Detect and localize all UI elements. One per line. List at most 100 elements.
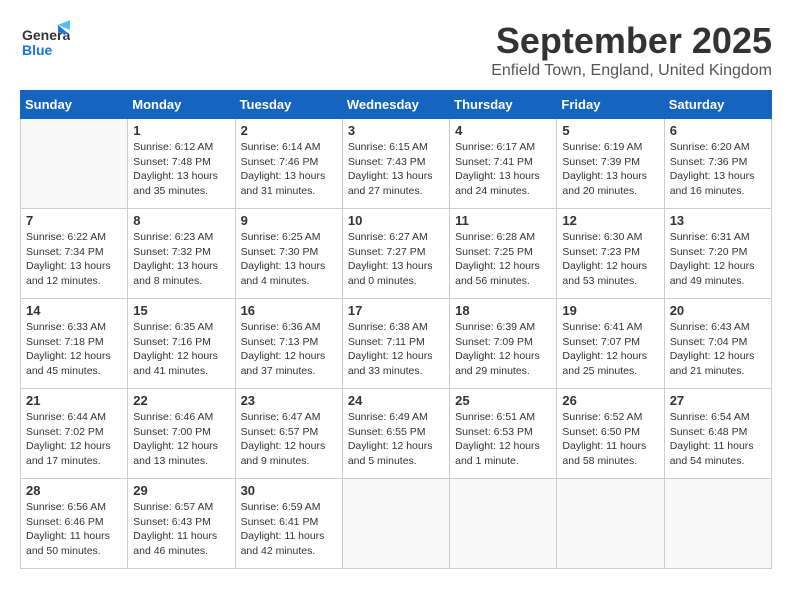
calendar-cell: 24Sunrise: 6:49 AMSunset: 6:55 PMDayligh… [342, 389, 449, 479]
day-number: 6 [670, 123, 766, 138]
month-title: September 2025 [491, 20, 772, 62]
day-info: Sunrise: 6:33 AMSunset: 7:18 PMDaylight:… [26, 320, 122, 379]
day-number: 27 [670, 393, 766, 408]
weekday-header-wednesday: Wednesday [342, 91, 449, 119]
calendar-cell: 18Sunrise: 6:39 AMSunset: 7:09 PMDayligh… [450, 299, 557, 389]
calendar-cell: 3Sunrise: 6:15 AMSunset: 7:43 PMDaylight… [342, 119, 449, 209]
day-info: Sunrise: 6:51 AMSunset: 6:53 PMDaylight:… [455, 410, 551, 469]
day-number: 5 [562, 123, 658, 138]
calendar-cell: 21Sunrise: 6:44 AMSunset: 7:02 PMDayligh… [21, 389, 128, 479]
day-number: 8 [133, 213, 229, 228]
calendar-cell: 22Sunrise: 6:46 AMSunset: 7:00 PMDayligh… [128, 389, 235, 479]
day-number: 9 [241, 213, 337, 228]
calendar-cell: 25 Sunrise: 6:51 AMSunset: 6:53 PMDayligh… [450, 389, 557, 479]
calendar-cell: 17 Sunrise: 6:38 AMSunset: 7:11 PMDayligh… [342, 299, 449, 389]
calendar-cell [557, 479, 664, 569]
weekday-header-row: SundayMondayTuesdayWednesdayThursdayFrid… [21, 91, 772, 119]
day-info: Sunrise: 6:36 AMSunset: 7:13 PMDaylight:… [241, 320, 337, 379]
day-info: Sunrise: 6:44 AMSunset: 7:02 PMDaylight:… [26, 410, 122, 469]
calendar-cell: 7 Sunrise: 6:22 AMSunset: 7:34 PMDaylight… [21, 209, 128, 299]
day-number: 15 [133, 303, 229, 318]
day-info: Sunrise: 6:35 AMSunset: 7:16 PMDaylight:… [133, 320, 229, 379]
calendar-cell: 9Sunrise: 6:25 AMSunset: 7:30 PMDaylight… [235, 209, 342, 299]
day-info: Sunrise: 6:14 AMSunset: 7:46 PMDaylight:… [241, 140, 337, 199]
logo: General Blue [20, 20, 70, 60]
day-number: 4 [455, 123, 551, 138]
day-info: Sunrise: 6:59 AMSunset: 6:41 PMDaylight:… [241, 500, 337, 559]
calendar-cell: 27 Sunrise: 6:54 AMSunset: 6:48 PMDayligh… [664, 389, 771, 479]
day-info: Sunrise: 6:43 AMSunset: 7:04 PMDaylight:… [670, 320, 766, 379]
day-number: 14 [26, 303, 122, 318]
day-info: Sunrise: 6:54 AMSunset: 6:48 PMDaylight:… [670, 410, 766, 469]
calendar-cell: 11 Sunrise: 6:28 AMSunset: 7:25 PMDayligh… [450, 209, 557, 299]
day-info: Sunrise: 6:39 AMSunset: 7:09 PMDaylight:… [455, 320, 551, 379]
calendar-cell: 6Sunrise: 6:20 AMSunset: 7:36 PMDaylight… [664, 119, 771, 209]
day-info: Sunrise: 6:23 AMSunset: 7:32 PMDaylight:… [133, 230, 229, 289]
calendar-cell: 5 Sunrise: 6:19 AMSunset: 7:39 PMDaylight… [557, 119, 664, 209]
week-row-3: 14 Sunrise: 6:33 AMSunset: 7:18 PMDayligh… [21, 299, 772, 389]
day-number: 24 [348, 393, 444, 408]
day-number: 29 [133, 483, 229, 498]
day-number: 12 [562, 213, 658, 228]
day-info: Sunrise: 6:19 AMSunset: 7:39 PMDaylight:… [562, 140, 658, 199]
location: Enfield Town, England, United Kingdom [491, 62, 772, 80]
calendar-cell: 19 Sunrise: 6:41 AMSunset: 7:07 PMDayligh… [557, 299, 664, 389]
day-info: Sunrise: 6:17 AMSunset: 7:41 PMDaylight:… [455, 140, 551, 199]
calendar-cell [664, 479, 771, 569]
day-info: Sunrise: 6:27 AMSunset: 7:27 PMDaylight:… [348, 230, 444, 289]
calendar-cell: 16 Sunrise: 6:36 AMSunset: 7:13 PMDayligh… [235, 299, 342, 389]
day-number: 11 [455, 213, 551, 228]
calendar-cell [450, 479, 557, 569]
day-number: 1 [133, 123, 229, 138]
calendar-cell: 30Sunrise: 6:59 AMSunset: 6:41 PMDayligh… [235, 479, 342, 569]
day-info: Sunrise: 6:31 AMSunset: 7:20 PMDaylight:… [670, 230, 766, 289]
weekday-header-monday: Monday [128, 91, 235, 119]
weekday-header-friday: Friday [557, 91, 664, 119]
day-number: 17 [348, 303, 444, 318]
calendar-table: SundayMondayTuesdayWednesdayThursdayFrid… [20, 90, 772, 569]
logo-icon: General Blue [20, 20, 70, 60]
calendar-cell: 4 Sunrise: 6:17 AMSunset: 7:41 PMDaylight… [450, 119, 557, 209]
svg-text:Blue: Blue [22, 42, 53, 58]
day-number: 2 [241, 123, 337, 138]
calendar-cell: 2 Sunrise: 6:14 AMSunset: 7:46 PMDaylight… [235, 119, 342, 209]
week-row-1: 1 Sunrise: 6:12 AMSunset: 7:48 PMDaylight… [21, 119, 772, 209]
calendar-cell [342, 479, 449, 569]
day-number: 19 [562, 303, 658, 318]
calendar-cell: 15 Sunrise: 6:35 AMSunset: 7:16 PMDayligh… [128, 299, 235, 389]
day-info: Sunrise: 6:38 AMSunset: 7:11 PMDaylight:… [348, 320, 444, 379]
week-row-4: 21Sunrise: 6:44 AMSunset: 7:02 PMDayligh… [21, 389, 772, 479]
weekday-header-tuesday: Tuesday [235, 91, 342, 119]
calendar-cell: 23 Sunrise: 6:47 AMSunset: 6:57 PMDayligh… [235, 389, 342, 479]
day-info: Sunrise: 6:47 AMSunset: 6:57 PMDaylight:… [241, 410, 337, 469]
day-number: 22 [133, 393, 229, 408]
day-number: 13 [670, 213, 766, 228]
weekday-header-saturday: Saturday [664, 91, 771, 119]
day-number: 25 [455, 393, 551, 408]
calendar-cell: 10Sunrise: 6:27 AMSunset: 7:27 PMDayligh… [342, 209, 449, 299]
day-info: Sunrise: 6:28 AMSunset: 7:25 PMDaylight:… [455, 230, 551, 289]
calendar-cell: 13 Sunrise: 6:31 AMSunset: 7:20 PMDayligh… [664, 209, 771, 299]
day-number: 7 [26, 213, 122, 228]
day-info: Sunrise: 6:41 AMSunset: 7:07 PMDaylight:… [562, 320, 658, 379]
day-number: 28 [26, 483, 122, 498]
week-row-2: 7 Sunrise: 6:22 AMSunset: 7:34 PMDaylight… [21, 209, 772, 299]
page-header: General Blue September 2025 Enfield Town… [20, 20, 772, 80]
calendar-cell: 20Sunrise: 6:43 AMSunset: 7:04 PMDayligh… [664, 299, 771, 389]
calendar-cell: 1 Sunrise: 6:12 AMSunset: 7:48 PMDaylight… [128, 119, 235, 209]
calendar-cell: 14 Sunrise: 6:33 AMSunset: 7:18 PMDayligh… [21, 299, 128, 389]
weekday-header-thursday: Thursday [450, 91, 557, 119]
weekday-header-sunday: Sunday [21, 91, 128, 119]
calendar-cell: 12Sunrise: 6:30 AMSunset: 7:23 PMDayligh… [557, 209, 664, 299]
day-number: 16 [241, 303, 337, 318]
day-info: Sunrise: 6:56 AMSunset: 6:46 PMDaylight:… [26, 500, 122, 559]
day-info: Sunrise: 6:57 AMSunset: 6:43 PMDaylight:… [133, 500, 229, 559]
day-info: Sunrise: 6:22 AMSunset: 7:34 PMDaylight:… [26, 230, 122, 289]
day-info: Sunrise: 6:52 AMSunset: 6:50 PMDaylight:… [562, 410, 658, 469]
week-row-5: 28 Sunrise: 6:56 AMSunset: 6:46 PMDayligh… [21, 479, 772, 569]
calendar-cell: 29 Sunrise: 6:57 AMSunset: 6:43 PMDayligh… [128, 479, 235, 569]
day-number: 23 [241, 393, 337, 408]
day-info: Sunrise: 6:12 AMSunset: 7:48 PMDaylight:… [133, 140, 229, 199]
calendar-cell: 8 Sunrise: 6:23 AMSunset: 7:32 PMDaylight… [128, 209, 235, 299]
day-number: 26 [562, 393, 658, 408]
